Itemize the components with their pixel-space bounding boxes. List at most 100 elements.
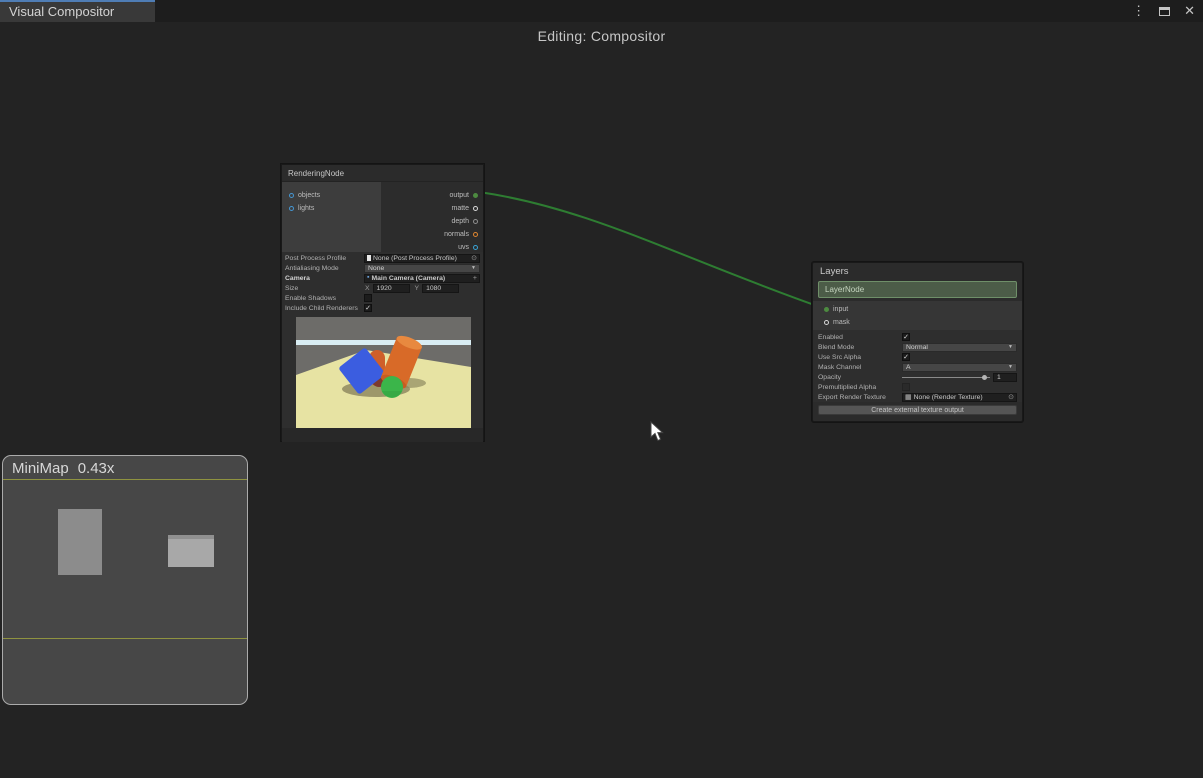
port-input[interactable]: input <box>824 303 848 316</box>
rendering-node[interactable]: RenderingNode objects lights output matt… <box>281 164 484 441</box>
opacity-slider[interactable] <box>902 373 990 382</box>
close-icon[interactable]: ✕ <box>1184 0 1195 22</box>
opacity-value-input[interactable]: 1 <box>993 373 1017 382</box>
port-lights-dot-icon[interactable] <box>289 206 294 211</box>
port-mask[interactable]: mask <box>824 316 850 329</box>
render-texture-icon: ▦ <box>905 393 912 401</box>
property-row-use-src-alpha: Use Src Alpha ✓ <box>818 352 1017 362</box>
port-mask-label: mask <box>833 319 850 326</box>
port-mask-dot-icon[interactable] <box>824 320 829 325</box>
premultiplied-alpha-checkbox[interactable] <box>902 383 910 391</box>
blend-mode-label: Blend Mode <box>818 344 902 351</box>
antialiasing-mode-dropdown[interactable]: None ▼ <box>364 264 480 273</box>
rendering-node-properties: Post Process Profile None (Post Process … <box>282 252 483 315</box>
property-row-camera: Camera ▪ Main Camera (Camera) + <box>285 273 480 283</box>
property-row-blend-mode: Blend Mode Normal ▼ <box>818 342 1017 352</box>
port-normals-dot-icon[interactable] <box>473 232 478 237</box>
profile-file-icon <box>367 255 371 261</box>
camera-field[interactable]: ▪ Main Camera (Camera) + <box>364 274 480 283</box>
mask-channel-label: Mask Channel <box>818 364 902 371</box>
port-depth-dot-icon[interactable] <box>473 219 478 224</box>
camera-target-icon[interactable]: + <box>473 275 477 282</box>
chevron-down-icon: ▼ <box>471 265 476 271</box>
property-row-antialiasing-mode: Antialiasing Mode None ▼ <box>285 263 480 273</box>
object-picker-icon[interactable]: ⊙ <box>471 254 477 262</box>
port-uvs-dot-icon[interactable] <box>473 245 478 250</box>
create-external-texture-output-button[interactable]: Create external texture output <box>818 405 1017 415</box>
rendering-node-ports: objects lights output matte depth normal… <box>282 182 483 252</box>
port-objects[interactable]: objects <box>289 189 320 202</box>
property-row-enable-shadows: Enable Shadows <box>285 293 480 303</box>
port-input-dot-icon[interactable] <box>824 307 829 312</box>
port-matte-label: matte <box>451 205 469 212</box>
size-y-label: Y <box>415 285 420 292</box>
port-output-dot-icon[interactable] <box>473 193 478 198</box>
antialiasing-mode-label: Antialiasing Mode <box>285 265 364 272</box>
layer-node-selected[interactable]: LayerNode <box>818 281 1017 298</box>
minimap-panel[interactable]: MiniMap 0.43x <box>2 455 248 705</box>
export-render-texture-field[interactable]: ▦ None (Render Texture) ⊙ <box>902 393 1017 402</box>
window-menu-icon[interactable]: ⋮ <box>1132 0 1145 22</box>
property-row-enabled: Enabled ✓ <box>818 332 1017 342</box>
include-child-renderers-checkbox[interactable]: ✓ <box>364 304 372 312</box>
enable-shadows-label: Enable Shadows <box>285 295 364 302</box>
opacity-label: Opacity <box>818 374 902 381</box>
property-row-opacity: Opacity 1 <box>818 372 1017 382</box>
chevron-down-icon: ▼ <box>1008 364 1013 370</box>
include-child-renderers-label: Include Child Renderers <box>285 305 364 312</box>
use-src-alpha-checkbox[interactable]: ✓ <box>902 353 910 361</box>
property-row-export-render-texture: Export Render Texture ▦ None (Render Tex… <box>818 392 1017 402</box>
property-row-mask-channel: Mask Channel A ▼ <box>818 362 1017 372</box>
tab-visual-compositor[interactable]: Visual Compositor <box>0 0 155 22</box>
layers-panel-title: Layers <box>813 263 1022 281</box>
minimap-title-text: MiniMap <box>12 460 69 477</box>
maximize-icon[interactable] <box>1159 7 1170 16</box>
blend-mode-dropdown[interactable]: Normal ▼ <box>902 343 1017 352</box>
size-label: Size <box>285 285 364 292</box>
camera-label: Camera <box>285 275 364 282</box>
port-matte[interactable]: matte <box>451 202 478 215</box>
opacity-slider-knob[interactable] <box>982 375 987 380</box>
size-x-input[interactable]: 1920 <box>373 284 410 293</box>
port-lights-label: lights <box>298 205 314 212</box>
port-objects-label: objects <box>298 192 320 199</box>
antialiasing-mode-value: None <box>368 265 384 272</box>
minimap-title: MiniMap 0.43x <box>3 456 247 477</box>
rendering-node-title[interactable]: RenderingNode <box>282 165 483 182</box>
render-preview-wrap <box>282 315 483 428</box>
opacity-slider-track <box>902 377 990 378</box>
enabled-checkbox[interactable]: ✓ <box>902 333 910 341</box>
size-x-label: X <box>365 285 370 292</box>
port-output-label: output <box>450 192 469 199</box>
port-input-label: input <box>833 306 848 313</box>
export-render-texture-value: None (Render Texture) <box>914 394 1007 401</box>
layer-node-ports: input mask <box>813 301 1022 330</box>
port-normals-label: normals <box>444 231 469 238</box>
mask-channel-dropdown[interactable]: A ▼ <box>902 363 1017 372</box>
tab-label: Visual Compositor <box>9 4 114 19</box>
port-depth[interactable]: depth <box>451 215 478 228</box>
editing-breadcrumb: Editing: Compositor <box>0 28 1203 44</box>
port-lights[interactable]: lights <box>289 202 314 215</box>
post-process-profile-field[interactable]: None (Post Process Profile) ⊙ <box>364 254 480 263</box>
port-normals[interactable]: normals <box>444 228 478 241</box>
port-matte-dot-icon[interactable] <box>473 206 478 211</box>
layers-panel[interactable]: Layers LayerNode input mask Enabled ✓ Bl… <box>812 262 1023 422</box>
render-preview-image <box>296 317 471 428</box>
property-row-premultiplied-alpha: Premultiplied Alpha <box>818 382 1017 392</box>
port-uvs[interactable]: uvs <box>458 241 478 254</box>
premultiplied-alpha-label: Premultiplied Alpha <box>818 384 902 391</box>
size-y-input[interactable]: 1080 <box>422 284 459 293</box>
rendering-node-footer <box>282 428 483 442</box>
port-objects-dot-icon[interactable] <box>289 193 294 198</box>
object-picker-icon[interactable]: ⊙ <box>1008 393 1014 401</box>
port-uvs-label: uvs <box>458 244 469 251</box>
camera-icon: ▪ <box>367 275 369 281</box>
mouse-cursor <box>650 421 666 443</box>
post-process-profile-label: Post Process Profile <box>285 255 364 262</box>
property-row-post-process-profile: Post Process Profile None (Post Process … <box>285 253 480 263</box>
enabled-label: Enabled <box>818 334 902 341</box>
enable-shadows-checkbox[interactable] <box>364 294 372 302</box>
post-process-profile-value: None (Post Process Profile) <box>373 255 469 262</box>
port-output[interactable]: output <box>450 189 478 202</box>
